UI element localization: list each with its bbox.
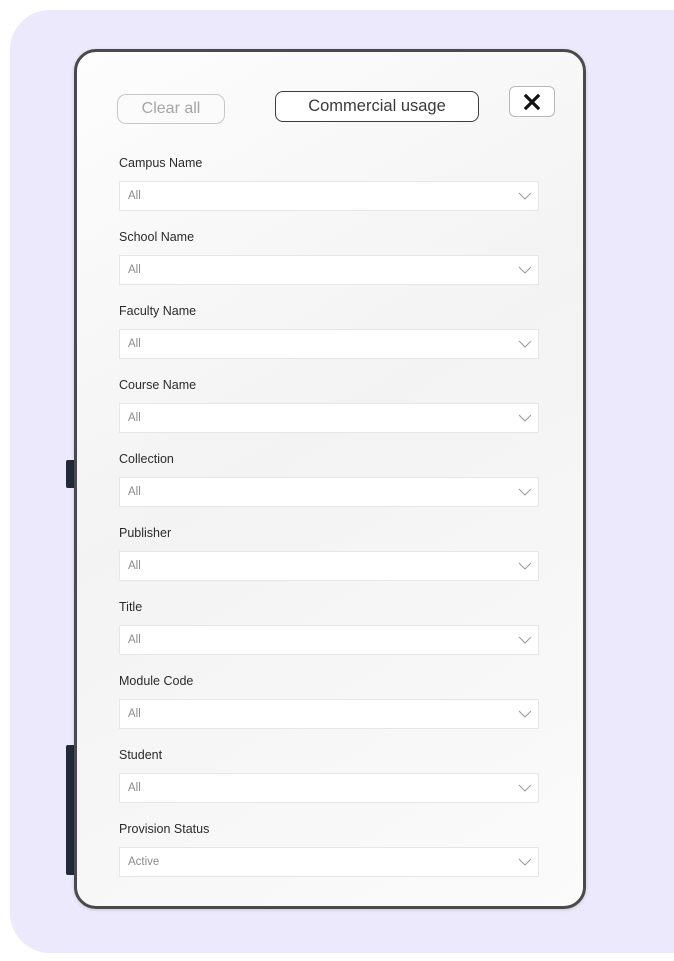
commercial-usage-button[interactable]: Commercial usage — [275, 91, 479, 122]
filter-faculty-name: Faculty Name All — [119, 302, 539, 359]
filter-value: All — [128, 708, 141, 720]
filter-label: Collection — [119, 452, 174, 466]
chevron-down-icon — [518, 340, 532, 348]
chevron-down-icon — [518, 488, 532, 496]
chevron-down-icon — [518, 858, 532, 866]
filter-label: Faculty Name — [119, 304, 197, 318]
campus-name-dropdown[interactable]: All — [119, 181, 539, 211]
provision-status-dropdown[interactable]: Active — [119, 847, 539, 877]
chevron-down-icon — [518, 710, 532, 718]
chevron-down-icon — [518, 266, 532, 274]
publisher-dropdown[interactable]: All — [119, 551, 539, 581]
filter-label: Course Name — [119, 378, 197, 392]
collection-dropdown[interactable]: All — [119, 477, 539, 507]
chevron-down-icon — [518, 414, 532, 422]
filter-school-name: School Name All — [119, 228, 539, 285]
filter-value: All — [128, 560, 141, 572]
chevron-down-icon — [518, 784, 532, 792]
filter-value: All — [128, 264, 141, 276]
filter-label: Module Code — [119, 674, 194, 688]
course-name-dropdown[interactable]: All — [119, 403, 539, 433]
filter-label: Title — [119, 600, 143, 614]
filter-publisher: Publisher All — [119, 524, 539, 581]
filter-course-name: Course Name All — [119, 376, 539, 433]
filter-panel: Clear all Commercial usage Campus Name A… — [74, 49, 586, 909]
title-dropdown[interactable]: All — [119, 625, 539, 655]
close-icon — [523, 93, 541, 110]
module-code-dropdown[interactable]: All — [119, 699, 539, 729]
chevron-down-icon — [518, 636, 532, 644]
filter-label: Campus Name — [119, 156, 203, 170]
filter-label: Publisher — [119, 526, 172, 540]
filter-module-code: Module Code All — [119, 672, 539, 729]
filter-value: All — [128, 338, 141, 350]
filter-value: All — [128, 486, 141, 498]
student-dropdown[interactable]: All — [119, 773, 539, 803]
filter-label: Student — [119, 748, 163, 762]
clear-all-label: Clear all — [141, 100, 201, 117]
filter-value: All — [128, 634, 141, 646]
filter-value: All — [128, 190, 141, 202]
close-button[interactable] — [509, 86, 555, 117]
clear-all-button[interactable]: Clear all — [117, 94, 225, 124]
filter-collection: Collection All — [119, 450, 539, 507]
filter-label: School Name — [119, 230, 195, 244]
filter-label: Provision Status — [119, 822, 210, 836]
filter-provision-status: Provision Status Active — [119, 820, 539, 877]
filter-value: All — [128, 782, 141, 794]
filter-value: All — [128, 412, 141, 424]
filter-title: Title All — [119, 598, 539, 655]
chevron-down-icon — [518, 192, 532, 200]
filter-campus-name: Campus Name All — [119, 154, 539, 211]
chevron-down-icon — [518, 562, 532, 570]
faculty-name-dropdown[interactable]: All — [119, 329, 539, 359]
filter-value: Active — [128, 856, 160, 868]
filter-student: Student All — [119, 746, 539, 803]
commercial-usage-label: Commercial usage — [308, 97, 446, 115]
school-name-dropdown[interactable]: All — [119, 255, 539, 285]
